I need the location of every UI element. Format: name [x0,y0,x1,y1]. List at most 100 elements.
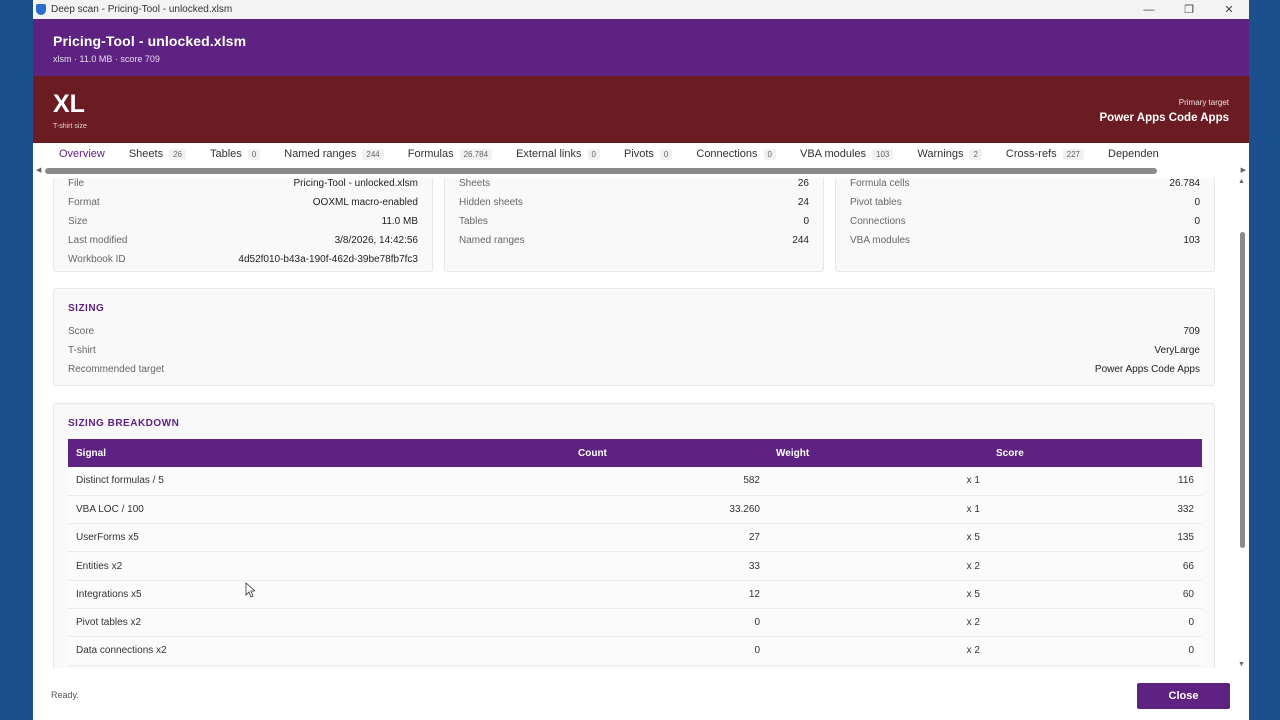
col-signal: Signal [68,439,498,467]
status-text: Ready. [51,690,79,700]
cell-count: 27 [498,523,768,553]
kv-value: 26.784 [1169,178,1200,189]
cell-weight: x 2 [768,636,988,666]
tab-formulas[interactable]: Formulas 26.784 [396,143,504,165]
kv-key: Workbook ID [68,254,126,265]
scrollbar-thumb[interactable] [1240,232,1245,548]
tab-overview[interactable]: Overview [47,143,117,165]
scrollbar-thumb[interactable] [45,168,1157,174]
tab-horizontal-scrollbar[interactable]: ◀ ▶ [33,165,1249,178]
tab-sheets[interactable]: Sheets 26 [117,143,198,165]
kv-value: 0 [803,216,809,227]
primary-target-value: Power Apps Code Apps [1099,112,1230,124]
scroll-left-icon[interactable]: ◀ [36,166,41,174]
window-controls: — ❐ ✕ [1129,0,1249,19]
kv-row: Last modified 3/8/2026, 14:42:56 [68,231,418,250]
cell-weight: x 5 [768,580,988,609]
kv-row: VBA modules 103 [850,231,1200,250]
tab-named-ranges[interactable]: Named ranges 244 [272,143,396,165]
tab-tables[interactable]: Tables 0 [198,143,272,165]
deep-scan-window: Deep scan - Pricing-Tool - unlocked.xlsm… [33,0,1249,720]
kv-row: T-shirt VeryLarge [68,341,1200,360]
sizing-title: SIZING [68,303,105,314]
scroll-right-icon[interactable]: ▶ [1241,166,1246,174]
kv-value: Pricing-Tool - unlocked.xlsm [293,178,419,189]
close-icon[interactable]: ✕ [1209,0,1249,19]
kv-value: Power Apps Code Apps [1094,364,1200,375]
tab-vba-modules[interactable]: VBA modules 103 [788,143,905,165]
scroll-up-icon[interactable]: ▲ [1238,178,1245,185]
minimize-icon[interactable]: — [1129,0,1169,19]
kv-row: Recommended target Power Apps Code Apps [68,360,1200,379]
kv-key: Connections [850,216,906,227]
tab-warnings[interactable]: Warnings 2 [905,143,994,165]
title-bar: Deep scan - Pricing-Tool - unlocked.xlsm… [33,0,1249,19]
kv-key: File [68,178,85,189]
cell-score: 332 [988,495,1202,525]
file-title: Pricing-Tool - unlocked.xlsm [53,33,247,49]
tab-pivots[interactable]: Pivots 0 [612,143,684,165]
kv-value: VeryLarge [1154,345,1200,356]
cell-score: 0 [988,608,1202,638]
kv-row: Workbook ID 4d52f010-b43a-190f-462d-39be7… [68,250,418,269]
kv-key: Formula cells [850,178,910,189]
tab-cross-refs[interactable]: Cross-refs 227 [994,143,1096,165]
tab-label: External links [516,148,582,160]
sheets-info-card: Sheets 26 Hidden sheets 24 Tables 0 Named r… [444,178,824,272]
kv-row: Tables 0 [459,212,809,231]
tab-count-badge: 26.784 [459,148,493,160]
maximize-icon[interactable]: ❐ [1169,0,1209,19]
cell-score: 60 [988,580,1202,609]
col-count: Count [498,439,768,467]
tab-label: Tables [210,148,242,160]
close-button[interactable]: Close [1137,683,1230,709]
mouse-cursor-icon [245,582,255,598]
cell-score: 135 [988,523,1202,553]
tab-label: Dependen [1108,148,1159,160]
cell-weight: x 5 [768,523,988,553]
cell-signal: Pivot tables x2 [68,608,498,638]
kv-value: 3/8/2026, 14:42:56 [334,235,418,246]
table-row: Distinct formulas / 5 582 x 1 116 [68,467,1202,496]
kv-row: Hidden sheets 24 [459,193,809,212]
kv-row: Sheets 26 [459,178,809,193]
tab-count-badge: 0 [247,148,261,160]
sizing-card: SIZING Score 709 T-shirt VeryLarge Recomme… [53,288,1215,386]
kv-value: 0 [1194,216,1200,227]
content-vertical-scrollbar[interactable]: ▲ ▼ [1235,178,1249,668]
cell-score: 66 [988,551,1202,581]
tab-connections[interactable]: Connections 0 [684,143,788,165]
table-row: Pivot tables x2 0 x 2 0 [68,608,1202,638]
cell-count: 12 [498,580,768,609]
tab-external-links[interactable]: External links 0 [504,143,612,165]
kv-key: Size [68,216,88,227]
col-weight: Weight [768,439,988,467]
cell-score: 0 [988,636,1202,666]
kv-key: Named ranges [459,235,525,246]
kv-value: OOXML macro-enabled [312,197,418,208]
cell-weight: x 1 [768,467,988,496]
cell-signal: Integrations x5 [68,580,498,609]
tab-dependencies[interactable]: Dependen [1096,143,1171,165]
shield-app-icon [36,4,46,15]
kv-row: Score 709 [68,322,1200,341]
primary-target-label: Primary target [1178,98,1229,107]
kv-key: Recommended target [68,364,165,375]
cell-weight: x 2 [768,608,988,638]
tab-label: Formulas [407,148,454,160]
cell-signal: Entities x2 [68,551,498,581]
tshirt-size-code: XL [53,90,85,118]
scroll-down-icon[interactable]: ▼ [1238,661,1245,668]
cell-signal: Data connections x2 [68,636,498,666]
tab-label: Sheets [128,148,164,160]
cell-count: 582 [498,467,768,496]
sizing-breakdown-title: SIZING BREAKDOWN [68,418,180,429]
kv-value: 709 [1183,326,1200,337]
sizing-breakdown-card: SIZING BREAKDOWN Signal Count Weight Sco… [53,403,1215,668]
kv-value: 11.0 MB [381,216,419,227]
cell-count: 33.260 [498,495,768,525]
tab-count-badge: 26 [169,148,186,160]
tab-label: Named ranges [284,148,357,160]
cell-signal: UserForms x5 [68,523,498,553]
formulas-info-card: Formula cells 26.784 Pivot tables 0 Connec… [835,178,1215,272]
